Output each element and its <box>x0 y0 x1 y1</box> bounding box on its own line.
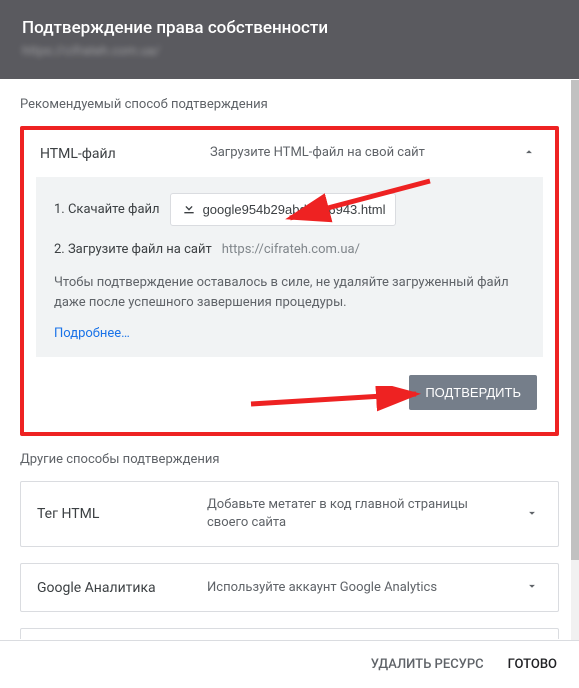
method-title: HTML-файл <box>40 146 190 162</box>
method-desc: Добавьте метатег в код главной страницы … <box>207 496 502 532</box>
other-methods-label: Другие способы подтверждения <box>20 452 559 467</box>
dialog-content: Рекомендуемый способ подтверждения HTML-… <box>0 79 579 639</box>
method-title: Тег HTML <box>37 506 187 522</box>
scrollbar-track[interactable] <box>571 80 579 640</box>
google-tag-manager-card-header[interactable]: Google Менеджер тегов Используйте свой а… <box>21 629 558 639</box>
step-1: 1. Скачайте файл google954b29abd5886943.… <box>54 193 525 226</box>
google-analytics-card: Google Аналитика Используйте аккаунт Goo… <box>20 563 559 612</box>
step2-label: 2. Загрузите файл на сайт <box>54 242 212 257</box>
step2-url: https://cifrateh.com.ua/ <box>222 242 360 257</box>
recommended-label: Рекомендуемый способ подтверждения <box>20 97 559 112</box>
google-tag-manager-card: Google Менеджер тегов Используйте свой а… <box>20 628 559 639</box>
download-icon <box>181 200 197 219</box>
html-tag-card: Тег HTML Добавьте метатег в код главной … <box>20 481 559 547</box>
google-analytics-card-header[interactable]: Google Аналитика Используйте аккаунт Goo… <box>21 564 558 611</box>
step1-label: 1. Скачайте файл <box>54 202 160 217</box>
chevron-down-icon <box>522 578 542 597</box>
confirm-row: ПОДТВЕРДИТЬ <box>24 371 555 432</box>
download-filename: google954b29abd5886943.html <box>203 202 386 217</box>
page-title: Подтверждение права собственности <box>22 18 557 38</box>
dialog-footer: УДАЛИТЬ РЕСУРС ГОТОВО <box>0 640 579 688</box>
scrollbar-thumb[interactable] <box>571 80 579 560</box>
html-file-instructions: 1. Скачайте файл google954b29abd5886943.… <box>36 177 543 357</box>
retention-note: Чтобы подтверждение оставалось в силе, н… <box>54 273 525 312</box>
html-file-card: HTML-файл Загрузите HTML-файл на свой са… <box>20 126 559 436</box>
chevron-up-icon <box>519 144 539 163</box>
method-desc: Используйте аккаунт Google Analytics <box>207 579 502 597</box>
step-2: 2. Загрузите файл на сайт https://cifrat… <box>54 242 525 257</box>
remove-resource-button[interactable]: УДАЛИТЬ РЕСУРС <box>371 657 484 672</box>
method-title: Google Аналитика <box>37 580 187 596</box>
html-tag-card-header[interactable]: Тег HTML Добавьте метатег в код главной … <box>21 482 558 546</box>
done-button[interactable]: ГОТОВО <box>508 657 557 672</box>
download-button[interactable]: google954b29abd5886943.html <box>170 193 397 226</box>
dialog-header: Подтверждение права собственности https:… <box>0 0 579 79</box>
learn-more-link[interactable]: Подробнее… <box>54 326 130 341</box>
site-url-blurred: https://cifrateh.com.ua/ <box>22 44 557 59</box>
method-desc: Загрузите HTML-файл на свой сайт <box>210 144 499 162</box>
html-file-card-header[interactable]: HTML-файл Загрузите HTML-файл на свой са… <box>24 130 555 177</box>
confirm-button[interactable]: ПОДТВЕРДИТЬ <box>409 375 537 410</box>
chevron-down-icon <box>522 505 542 524</box>
